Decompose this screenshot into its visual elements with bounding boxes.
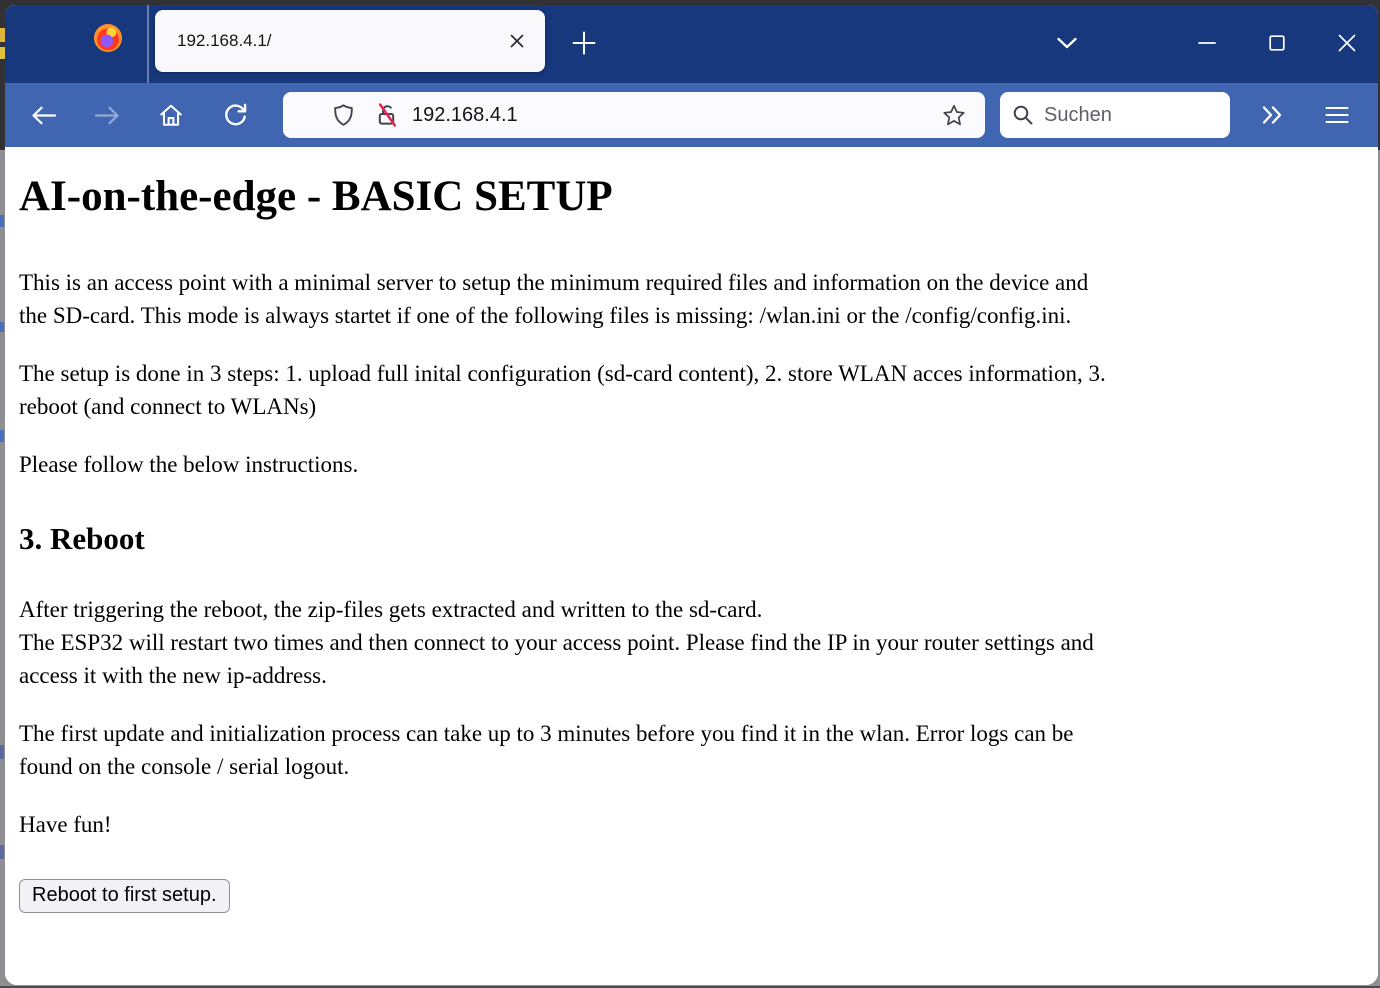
window-minimize-button[interactable]	[1186, 23, 1228, 63]
follow-instructions-text: Please follow the below instructions.	[19, 448, 1364, 481]
desktop-fragment	[0, 322, 4, 332]
connection-insecure-button[interactable]	[374, 102, 400, 128]
hamburger-menu-icon	[1325, 106, 1349, 124]
button-row: Reboot to first setup.	[19, 879, 1364, 913]
close-icon	[510, 34, 524, 48]
back-arrow-icon	[30, 105, 57, 126]
address-bar[interactable]: 192.168.4.1	[283, 92, 985, 138]
desktop-fragment	[0, 215, 4, 227]
url-text[interactable]: 192.168.4.1	[412, 104, 937, 127]
page-content: AI-on-the-edge - BASIC SETUP This is an …	[5, 147, 1378, 985]
desktop-fragment	[0, 430, 4, 442]
search-icon	[1012, 104, 1034, 126]
back-button[interactable]	[21, 83, 65, 147]
tab-close-button[interactable]	[503, 27, 531, 55]
browser-tab[interactable]: 192.168.4.1/	[155, 10, 545, 72]
forward-button[interactable]	[85, 83, 129, 147]
have-fun-text: Have fun!	[19, 808, 1364, 841]
tab-title: 192.168.4.1/	[177, 31, 272, 51]
maximize-icon	[1269, 35, 1285, 51]
star-icon	[942, 103, 966, 127]
window-maximize-button[interactable]	[1256, 23, 1298, 63]
forward-arrow-icon	[94, 105, 121, 126]
home-icon	[158, 103, 184, 127]
browser-titlebar: 192.168.4.1/	[5, 5, 1378, 83]
page-title: AI-on-the-edge - BASIC SETUP	[19, 173, 1364, 221]
browser-window: 192.168.4.1/	[5, 5, 1378, 985]
list-all-tabs-button[interactable]	[1051, 29, 1083, 57]
insecure-lock-icon	[374, 102, 400, 128]
new-tab-button[interactable]	[568, 27, 600, 59]
home-button[interactable]	[149, 83, 193, 147]
desktop-fragment	[0, 745, 4, 759]
reload-button[interactable]	[213, 83, 257, 147]
first-update-paragraph: The first update and initialization proc…	[19, 717, 1364, 783]
search-input[interactable]	[1044, 104, 1218, 127]
search-bar[interactable]	[1000, 92, 1230, 138]
desktop-fragment	[0, 845, 4, 859]
overflow-menu-button[interactable]	[1252, 97, 1292, 133]
navigation-toolbar: 192.168.4.1	[5, 83, 1378, 147]
reboot-button[interactable]: Reboot to first setup.	[19, 879, 230, 913]
steps-paragraph: The setup is done in 3 steps: 1. upload …	[19, 357, 1364, 423]
bookmark-star-button[interactable]	[937, 98, 971, 132]
tracking-protection-shield-icon[interactable]	[331, 103, 356, 128]
firefox-logo-icon	[94, 24, 122, 52]
tab-strip-separator	[147, 5, 149, 83]
close-icon	[1338, 34, 1356, 52]
intro-paragraph: This is an access point with a minimal s…	[19, 266, 1364, 332]
plus-icon	[571, 30, 597, 56]
reboot-info-paragraph: After triggering the reboot, the zip-fil…	[19, 593, 1364, 692]
app-menu-button[interactable]	[1317, 97, 1357, 133]
reload-icon	[222, 102, 248, 128]
double-chevron-right-icon	[1261, 105, 1283, 125]
minimize-icon	[1198, 41, 1216, 45]
section-heading-reboot: 3. Reboot	[19, 521, 1364, 557]
chevron-down-icon	[1056, 37, 1078, 49]
window-close-button[interactable]	[1326, 23, 1368, 63]
